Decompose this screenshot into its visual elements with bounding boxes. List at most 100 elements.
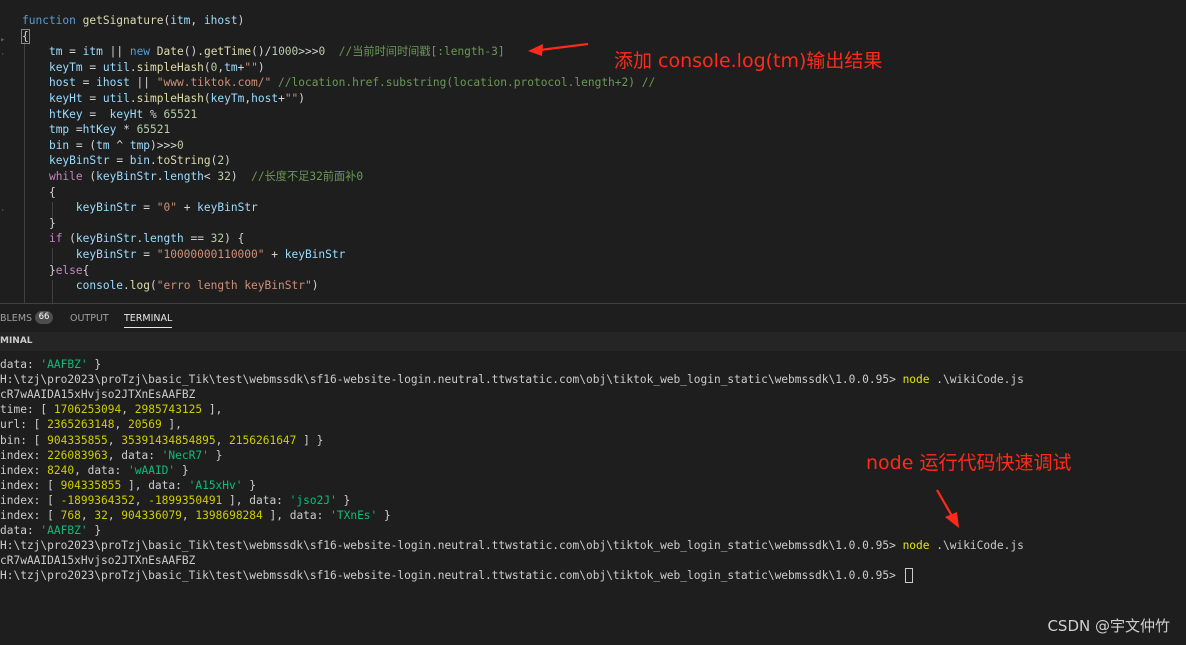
code-token: ||	[129, 76, 157, 90]
terminal-line: index: [ 904335855 ], data: 'A15xHv' }	[0, 478, 256, 493]
terminal-token: 2365263148	[47, 418, 115, 432]
code-token: getTime	[203, 45, 252, 59]
code-token: tm	[96, 138, 110, 152]
code-token: =	[62, 45, 83, 59]
code-line: bin = (tm ^ tmp)>>>0	[22, 138, 184, 153]
terminal-token: index:	[0, 463, 48, 477]
code-token: )	[237, 14, 245, 27]
code-line: keyTm = util.simpleHash(0,tm+"")	[22, 60, 265, 75]
code-token: (	[82, 170, 97, 183]
code-token: keyHt	[48, 92, 83, 105]
code-token: ""	[284, 92, 299, 105]
code-token: length	[143, 232, 184, 246]
code-token: //location.href.substring(location.proto…	[271, 76, 656, 90]
code-token: 65521	[136, 123, 171, 137]
code-line: keyBinStr = "0" + keyBinStr	[22, 200, 258, 215]
terminal-line: index: [ 768, 32, 904336079, 1398698284 …	[0, 508, 391, 523]
terminal-token: ],	[161, 418, 182, 432]
code-token: new	[129, 45, 157, 59]
code-line: }	[22, 216, 56, 231]
code-token: (	[150, 279, 157, 293]
terminal-token: 768	[60, 509, 81, 522]
code-token: util	[102, 60, 130, 74]
code-token: ||	[102, 45, 130, 59]
terminal-token: }	[377, 509, 391, 522]
code-token: +	[264, 248, 285, 261]
terminal-line: index: 226083963, data: 'NecR7' }	[0, 448, 222, 463]
code-token: while	[48, 170, 83, 183]
arrow-icon	[936, 489, 959, 528]
code-token: ()/	[251, 45, 272, 59]
terminal-section-header[interactable]: MINAL	[0, 332, 1186, 351]
tab-problems[interactable]: BLEMS 66	[0, 304, 54, 332]
terminal-token: 'AAFBZ'	[40, 524, 88, 538]
code-token: <	[203, 170, 218, 183]
terminal-token: node	[902, 539, 930, 553]
code-line: tm = itm || new Date().getTime()/1000>>>…	[22, 44, 505, 59]
code-token: ^	[109, 138, 130, 152]
code-token: 1000	[271, 45, 299, 59]
terminal-line: index: 8240, data: 'wAAID' }	[0, 463, 189, 478]
terminal-token: , data:	[74, 463, 128, 477]
code-token: %	[143, 107, 164, 121]
terminal-token: 904335855	[47, 433, 108, 447]
code-token: keyBinStr	[75, 232, 137, 246]
code-token: keyBinStr	[96, 170, 157, 183]
code-token: htKey	[82, 123, 117, 137]
code-token: tm	[48, 45, 63, 59]
terminal-token: -1899364352	[60, 493, 135, 507]
gutter-fold-marker: ·	[0, 206, 6, 216]
code-token: Date	[156, 45, 184, 59]
code-token: "10000000110000"	[156, 248, 265, 261]
terminal-token: index: [	[0, 493, 61, 507]
code-line: }else{	[22, 263, 89, 278]
terminal-line: H:\tzj\pro2023\proTzj\basic_Tik\test\web…	[0, 567, 913, 583]
tab-terminal[interactable]: TERMINAL	[124, 304, 173, 332]
code-token: (	[62, 232, 76, 246]
code-token: tmp	[129, 138, 151, 152]
tab-output[interactable]: OUTPUT	[70, 304, 109, 332]
terminal-token: 226083963	[47, 448, 108, 462]
code-token: //当前时间时间戳[:length-3]	[325, 45, 505, 59]
gutter-fold-marker: ·	[0, 50, 6, 60]
code-editor[interactable]: ▸ · · 添加 console.log(tm)输出结果 function ge…	[0, 0, 1186, 304]
code-token: =	[136, 248, 157, 261]
terminal-token: }	[87, 358, 102, 371]
code-token: ihost	[96, 76, 130, 90]
panel-tab-bar: BLEMS 66 OUTPUT TERMINAL	[0, 304, 1186, 332]
code-token: ) {	[224, 232, 245, 246]
code-token: keyHt	[109, 107, 144, 121]
code-line: if (keyBinStr.length == 32) {	[22, 231, 244, 246]
code-token: keyBinStr	[75, 201, 137, 215]
code-line: host = ihost || "www.tiktok.com/" //loca…	[22, 75, 655, 90]
code-token: util	[102, 92, 130, 105]
code-token: 65521	[163, 107, 198, 121]
problems-count-badge: 66	[35, 311, 54, 324]
code-token: toString	[156, 154, 211, 168]
terminal-output[interactable]: node 运行代码快速调试 data: 'AAFBZ' } H:\tzj\pro2…	[0, 351, 1186, 645]
terminal-token: ], data:	[121, 478, 189, 492]
terminal-token: .\wikiCode.js	[929, 373, 1024, 387]
code-token: "0"	[156, 201, 177, 215]
terminal-line: H:\tzj\pro2023\proTzj\basic_Tik\test\web…	[0, 372, 1024, 387]
code-token: )>>>	[150, 138, 177, 152]
code-token: "erro length keyBinStr"	[156, 279, 312, 293]
code-token: (	[203, 92, 211, 105]
terminal-token: cR7wAAIDA15xHvjso2JTXnEsAAFBZ	[0, 554, 196, 568]
code-token: bin	[48, 138, 70, 152]
code-line: {	[21, 28, 30, 44]
terminal-token: ], data:	[262, 509, 331, 522]
code-token: simpleHash	[136, 92, 204, 105]
terminal-token: data:	[0, 524, 41, 538]
code-token: }	[22, 263, 56, 277]
code-token: itm	[170, 14, 191, 27]
code-token: >>>	[298, 45, 319, 59]
code-token: 0	[177, 138, 184, 152]
terminal-token: 8240	[47, 463, 75, 477]
